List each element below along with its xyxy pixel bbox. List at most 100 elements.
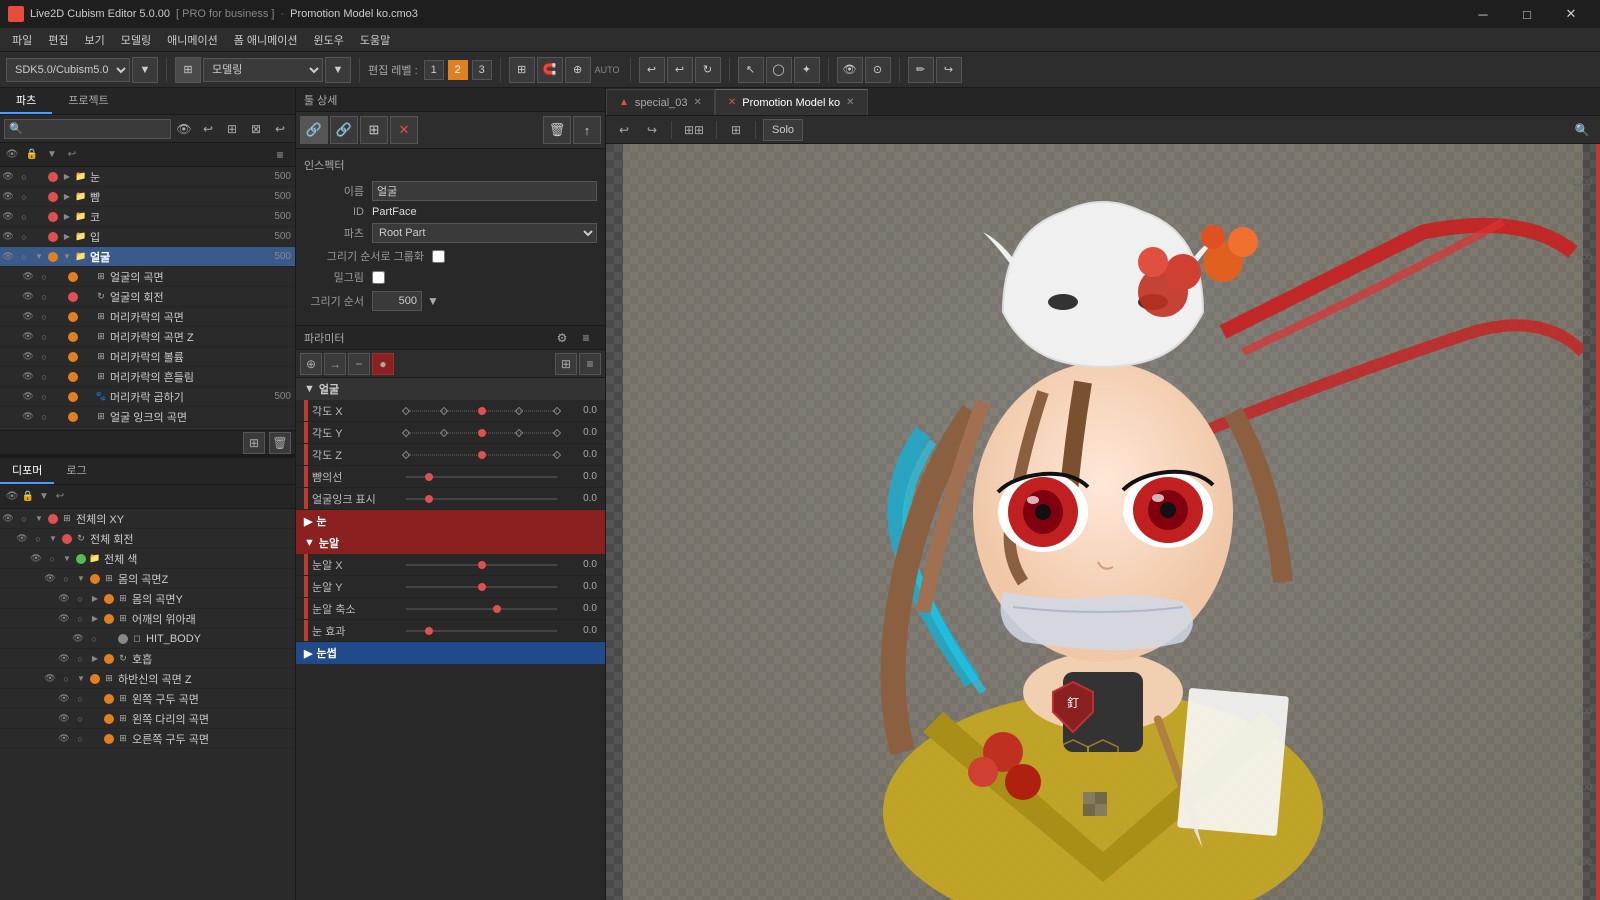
param-red-btn[interactable]: ● bbox=[372, 353, 394, 375]
pen-btn[interactable]: ✏ bbox=[908, 57, 934, 83]
lock-toggle[interactable]: ○ bbox=[36, 372, 52, 382]
param-slider[interactable] bbox=[406, 602, 557, 616]
param-group-face[interactable]: ▼ 얼굴 bbox=[296, 378, 605, 400]
redo-btn[interactable]: ↩ bbox=[667, 57, 693, 83]
sdk-dropdown-btn[interactable]: ▼ bbox=[132, 57, 158, 83]
expand-icon[interactable] bbox=[60, 192, 74, 201]
parts-select[interactable]: Root Part bbox=[372, 223, 597, 243]
vis-toggle[interactable]: 👁 bbox=[20, 331, 36, 342]
vis-toggle[interactable]: 👁 bbox=[20, 391, 36, 402]
expand-icon[interactable] bbox=[32, 514, 46, 523]
tab-project[interactable]: 프로젝트 bbox=[52, 88, 124, 114]
vis-toggle[interactable]: 👁 bbox=[20, 411, 36, 422]
expand-icon[interactable] bbox=[32, 252, 46, 261]
vis-toggle[interactable]: 👁 bbox=[20, 371, 36, 382]
vis-toggle[interactable]: 👁 bbox=[56, 733, 72, 744]
layer-item[interactable]: 👁 ○ ⊞ 얼굴 잉크의 곡면 bbox=[0, 407, 295, 427]
select-tool[interactable]: ↖ bbox=[738, 57, 764, 83]
mode-dropdown-btn[interactable]: ▼ bbox=[325, 57, 351, 83]
lock-toggle[interactable]: ○ bbox=[58, 574, 74, 584]
canvas-grid-btn[interactable]: ⊞⊞ bbox=[679, 119, 709, 141]
lock-toggle[interactable]: ○ bbox=[36, 392, 52, 402]
canvas-tab-model[interactable]: ✕ Promotion Model ko ✕ bbox=[715, 89, 868, 115]
deformer-item[interactable]: 👁 ○ ⊞ 몸의 곡면Z bbox=[0, 569, 295, 589]
vis-toggle[interactable]: 👁 bbox=[56, 613, 72, 624]
param-slider[interactable] bbox=[406, 426, 557, 440]
tab-parts[interactable]: 파츠 bbox=[0, 88, 52, 114]
param-group-eyes[interactable]: ▶ 눈 bbox=[296, 510, 605, 532]
lock-toggle[interactable]: ○ bbox=[16, 192, 32, 202]
vis-toggle[interactable]: 👁 bbox=[42, 673, 58, 684]
param-slider[interactable] bbox=[406, 404, 557, 418]
edit-level-1[interactable]: 1 bbox=[424, 60, 444, 80]
tab-close[interactable]: ✕ bbox=[694, 97, 702, 108]
magnet-btn[interactable]: 🧲 bbox=[537, 57, 563, 83]
lock-toggle[interactable]: ○ bbox=[36, 332, 52, 342]
deformer-item[interactable]: 👁 ○ ⊞ 하반신의 곡면 Z bbox=[0, 669, 295, 689]
tool-unlink-btn[interactable]: 🔗 bbox=[330, 116, 358, 144]
layer-item[interactable]: 👁 ○ ⊞ 머리카락의 곡면 Z bbox=[0, 327, 295, 347]
canvas-viewport[interactable]: 釘 bbox=[606, 144, 1600, 900]
parts-undo-btn[interactable]: ↩ bbox=[197, 118, 219, 140]
param-slider[interactable] bbox=[406, 624, 557, 638]
layer-item[interactable]: 👁 ○ ⊞ 얼굴의 곡면 bbox=[0, 267, 295, 287]
lock-toggle[interactable]: ○ bbox=[16, 252, 32, 262]
param-slider[interactable] bbox=[406, 470, 557, 484]
lock-toggle[interactable]: ○ bbox=[36, 412, 52, 422]
param-slider[interactable] bbox=[406, 492, 557, 506]
vis-toggle[interactable]: 👁 bbox=[56, 713, 72, 724]
param-add-btn[interactable]: ⊕ bbox=[300, 353, 322, 375]
lock-toggle[interactable]: ○ bbox=[72, 654, 88, 664]
transform-tool[interactable]: ✦ bbox=[794, 57, 820, 83]
mode-selector[interactable]: 모델링 bbox=[203, 58, 323, 82]
tab-log[interactable]: 로그 bbox=[54, 458, 98, 484]
vis-toggle[interactable]: 👁 bbox=[20, 351, 36, 362]
tool-move-up-btn[interactable]: ↑ bbox=[573, 116, 601, 144]
layer-item[interactable]: 👁 ○ ⊞ 머리카락의 볼륨 bbox=[0, 347, 295, 367]
tool-trash-btn[interactable]: 🗑 bbox=[543, 116, 571, 144]
param-link-btn[interactable]: → bbox=[324, 353, 346, 375]
lock-toggle[interactable]: ○ bbox=[36, 312, 52, 322]
canvas-undo-btn[interactable]: ↩ bbox=[612, 119, 636, 141]
undo-btn[interactable]: ↩ bbox=[639, 57, 665, 83]
menu-modeling[interactable]: 모델링 bbox=[113, 28, 159, 52]
vis-toggle[interactable]: 👁 bbox=[0, 251, 16, 262]
refresh-btn[interactable]: ↻ bbox=[695, 57, 721, 83]
layer-item-face[interactable]: 👁 ○ 📁 얼굴 500 bbox=[0, 247, 295, 267]
deformer-item[interactable]: 👁 ○ ⊞ 어깨의 위아래 bbox=[0, 609, 295, 629]
expand-icon[interactable] bbox=[60, 212, 74, 221]
edit-level-2[interactable]: 2 bbox=[448, 60, 468, 80]
param-menu2-btn[interactable]: ≡ bbox=[579, 353, 601, 375]
deformer-item[interactable]: 👁 ○ 📁 전체 색 bbox=[0, 549, 295, 569]
menu-help[interactable]: 도움말 bbox=[352, 28, 398, 52]
layer-menu-btn[interactable]: ≡ bbox=[269, 144, 291, 166]
canvas-search-btn[interactable]: 🔍 bbox=[1570, 119, 1594, 141]
vis-toggle[interactable]: 👁 bbox=[70, 633, 86, 644]
canvas-mesh-btn[interactable]: ⊞ bbox=[724, 119, 748, 141]
lock-toggle[interactable]: ○ bbox=[72, 614, 88, 624]
lock-toggle[interactable]: ○ bbox=[72, 734, 88, 744]
expand-icon[interactable] bbox=[46, 534, 60, 543]
menu-file[interactable]: 파일 bbox=[4, 28, 40, 52]
grid-btn[interactable]: ⊞ bbox=[509, 57, 535, 83]
params-settings-btn[interactable]: ⚙ bbox=[551, 327, 573, 349]
tool-link-btn[interactable]: 🔗 bbox=[300, 116, 328, 144]
parts-eye-btn[interactable]: 👁 bbox=[173, 118, 195, 140]
expand-icon-2[interactable] bbox=[60, 252, 74, 261]
tab-close[interactable]: ✕ bbox=[846, 97, 854, 108]
param-slider[interactable] bbox=[406, 448, 557, 462]
vis-toggle[interactable]: 👁 bbox=[20, 291, 36, 302]
vis-toggle[interactable]: 👁 bbox=[56, 653, 72, 664]
vis-toggle[interactable]: 👁 bbox=[42, 573, 58, 584]
menu-edit[interactable]: 편집 bbox=[40, 28, 76, 52]
expand-icon[interactable] bbox=[74, 674, 88, 683]
canvas-redo-btn[interactable]: ↪ bbox=[640, 119, 664, 141]
lock-toggle[interactable]: ○ bbox=[72, 714, 88, 724]
sdk-selector[interactable]: SDK5.0/Cubism5.0 bbox=[6, 58, 130, 82]
name-input[interactable] bbox=[372, 181, 597, 201]
solo-button[interactable]: Solo bbox=[763, 119, 803, 141]
vis-toggle[interactable]: 👁 bbox=[20, 311, 36, 322]
parts-link-btn[interactable]: ↩ bbox=[269, 118, 291, 140]
layer-item[interactable]: 👁 ○ 📁 코 500 bbox=[0, 207, 295, 227]
param-minus-btn[interactable]: − bbox=[348, 353, 370, 375]
